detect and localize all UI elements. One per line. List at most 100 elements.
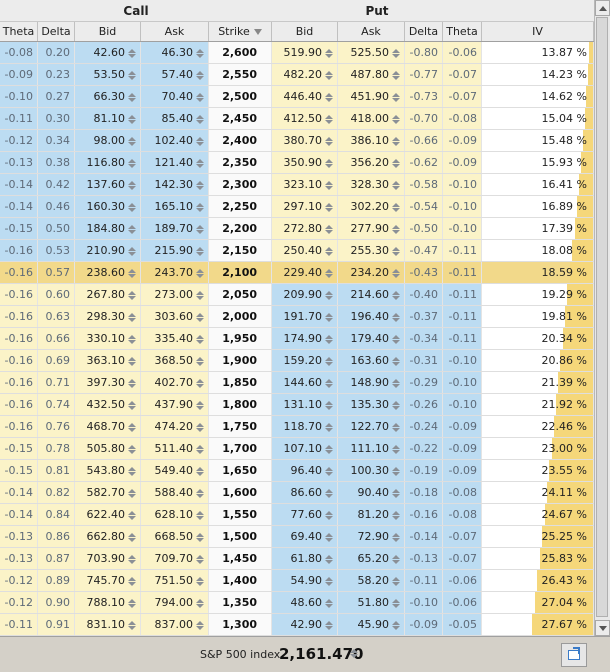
spinner-icon[interactable] [325,114,333,124]
spinner-icon[interactable] [128,488,136,498]
call-ask-cell[interactable]: 46.30 [141,42,209,63]
iv-cell[interactable]: 18.59 % [482,262,594,283]
table-row[interactable]: -0.14 0.84 622.40 628.10 1,550 77.60 81.20 -0.1… [0,504,594,526]
table-row[interactable]: -0.13 0.87 703.90 709.70 1,450 61.80 65.20 -0.1… [0,548,594,570]
call-theta-cell[interactable]: -0.16 [0,416,38,437]
spinner-icon[interactable] [196,312,204,322]
spinner-icon[interactable] [128,268,136,278]
spinner-icon[interactable] [196,268,204,278]
put-delta-cell[interactable]: -0.29 [405,372,443,393]
put-theta-cell[interactable]: -0.06 [443,42,482,63]
column-header-strike[interactable]: Strike [209,22,272,41]
call-bid-cell[interactable]: 703.90 [75,548,141,569]
scrollbar-thumb[interactable] [596,17,608,617]
call-ask-cell[interactable]: 215.90 [141,240,209,261]
spinner-icon[interactable] [128,202,136,212]
iv-cell[interactable]: 20.86 % [482,350,594,371]
call-ask-cell[interactable]: 102.40 [141,130,209,151]
spinner-icon[interactable] [325,334,333,344]
put-theta-cell[interactable]: -0.11 [443,284,482,305]
put-bid-cell[interactable]: 144.60 [272,372,338,393]
put-bid-cell[interactable]: 297.10 [272,196,338,217]
call-theta-cell[interactable]: -0.16 [0,394,38,415]
spinner-icon[interactable] [128,70,136,80]
vertical-scrollbar[interactable] [594,0,610,636]
call-theta-cell[interactable]: -0.11 [0,614,38,635]
spinner-icon[interactable] [196,92,204,102]
call-bid-cell[interactable]: 238.60 [75,262,141,283]
spinner-icon[interactable] [128,400,136,410]
put-bid-cell[interactable]: 107.10 [272,438,338,459]
iv-cell[interactable]: 21.39 % [482,372,594,393]
call-ask-cell[interactable]: 511.40 [141,438,209,459]
spinner-icon[interactable] [196,180,204,190]
put-bid-cell[interactable]: 272.80 [272,218,338,239]
put-bid-cell[interactable]: 42.90 [272,614,338,635]
call-bid-cell[interactable]: 42.60 [75,42,141,63]
spinner-icon[interactable] [392,202,400,212]
call-delta-cell[interactable]: 0.89 [38,570,75,591]
put-ask-cell[interactable]: 328.30 [338,174,405,195]
spinner-icon[interactable] [196,290,204,300]
spinner-icon[interactable] [128,92,136,102]
call-theta-cell[interactable]: -0.09 [0,64,38,85]
spinner-icon[interactable] [325,70,333,80]
call-theta-cell[interactable]: -0.14 [0,174,38,195]
spinner-icon[interactable] [392,48,400,58]
spinner-icon[interactable] [392,92,400,102]
call-delta-cell[interactable]: 0.63 [38,306,75,327]
strike-cell[interactable]: 1,600 [209,482,272,503]
put-bid-cell[interactable]: 48.60 [272,592,338,613]
put-bid-cell[interactable]: 229.40 [272,262,338,283]
call-delta-cell[interactable]: 0.57 [38,262,75,283]
spinner-icon[interactable] [128,576,136,586]
spinner-icon[interactable] [128,180,136,190]
put-theta-cell[interactable]: -0.07 [443,526,482,547]
call-bid-cell[interactable]: 622.40 [75,504,141,525]
put-bid-cell[interactable]: 412.50 [272,108,338,129]
spinner-icon[interactable] [128,532,136,542]
put-theta-cell[interactable]: -0.09 [443,416,482,437]
put-ask-cell[interactable]: 65.20 [338,548,405,569]
spinner-icon[interactable] [196,466,204,476]
spinner-icon[interactable] [325,92,333,102]
call-delta-cell[interactable]: 0.53 [38,240,75,261]
call-delta-cell[interactable]: 0.38 [38,152,75,173]
put-ask-cell[interactable]: 51.80 [338,592,405,613]
call-delta-cell[interactable]: 0.34 [38,130,75,151]
iv-cell[interactable]: 20.34 % [482,328,594,349]
spinner-icon[interactable] [325,466,333,476]
put-delta-cell[interactable]: -0.22 [405,438,443,459]
put-theta-cell[interactable]: -0.06 [443,570,482,591]
call-ask-cell[interactable]: 85.40 [141,108,209,129]
put-bid-cell[interactable]: 323.10 [272,174,338,195]
table-row[interactable]: -0.15 0.81 543.80 549.40 1,650 96.40 100.30 -0.… [0,460,594,482]
iv-cell[interactable]: 26.43 % [482,570,594,591]
spinner-icon[interactable] [325,48,333,58]
put-theta-cell[interactable]: -0.09 [443,460,482,481]
iv-cell[interactable]: 15.48 % [482,130,594,151]
put-delta-cell[interactable]: -0.34 [405,328,443,349]
strike-cell[interactable]: 2,450 [209,108,272,129]
iv-cell[interactable]: 17.39 % [482,218,594,239]
call-delta-cell[interactable]: 0.84 [38,504,75,525]
call-theta-cell[interactable]: -0.16 [0,372,38,393]
strike-cell[interactable]: 1,850 [209,372,272,393]
put-delta-cell[interactable]: -0.47 [405,240,443,261]
call-theta-cell[interactable]: -0.16 [0,306,38,327]
call-theta-cell[interactable]: -0.14 [0,196,38,217]
spinner-icon[interactable] [392,466,400,476]
iv-cell[interactable]: 24.11 % [482,482,594,503]
spinner-icon[interactable] [128,466,136,476]
call-bid-cell[interactable]: 468.70 [75,416,141,437]
put-ask-cell[interactable]: 45.90 [338,614,405,635]
put-theta-cell[interactable]: -0.09 [443,152,482,173]
put-theta-cell[interactable]: -0.11 [443,306,482,327]
put-delta-cell[interactable]: -0.09 [405,614,443,635]
iv-cell[interactable]: 24.67 % [482,504,594,525]
table-row[interactable]: -0.16 0.69 363.10 368.50 1,900 159.20 163.60 -0… [0,350,594,372]
put-bid-cell[interactable]: 446.40 [272,86,338,107]
call-bid-cell[interactable]: 330.10 [75,328,141,349]
call-bid-cell[interactable]: 831.10 [75,614,141,635]
table-row[interactable]: -0.11 0.30 81.10 85.40 2,450 412.50 418.00 -0.7… [0,108,594,130]
